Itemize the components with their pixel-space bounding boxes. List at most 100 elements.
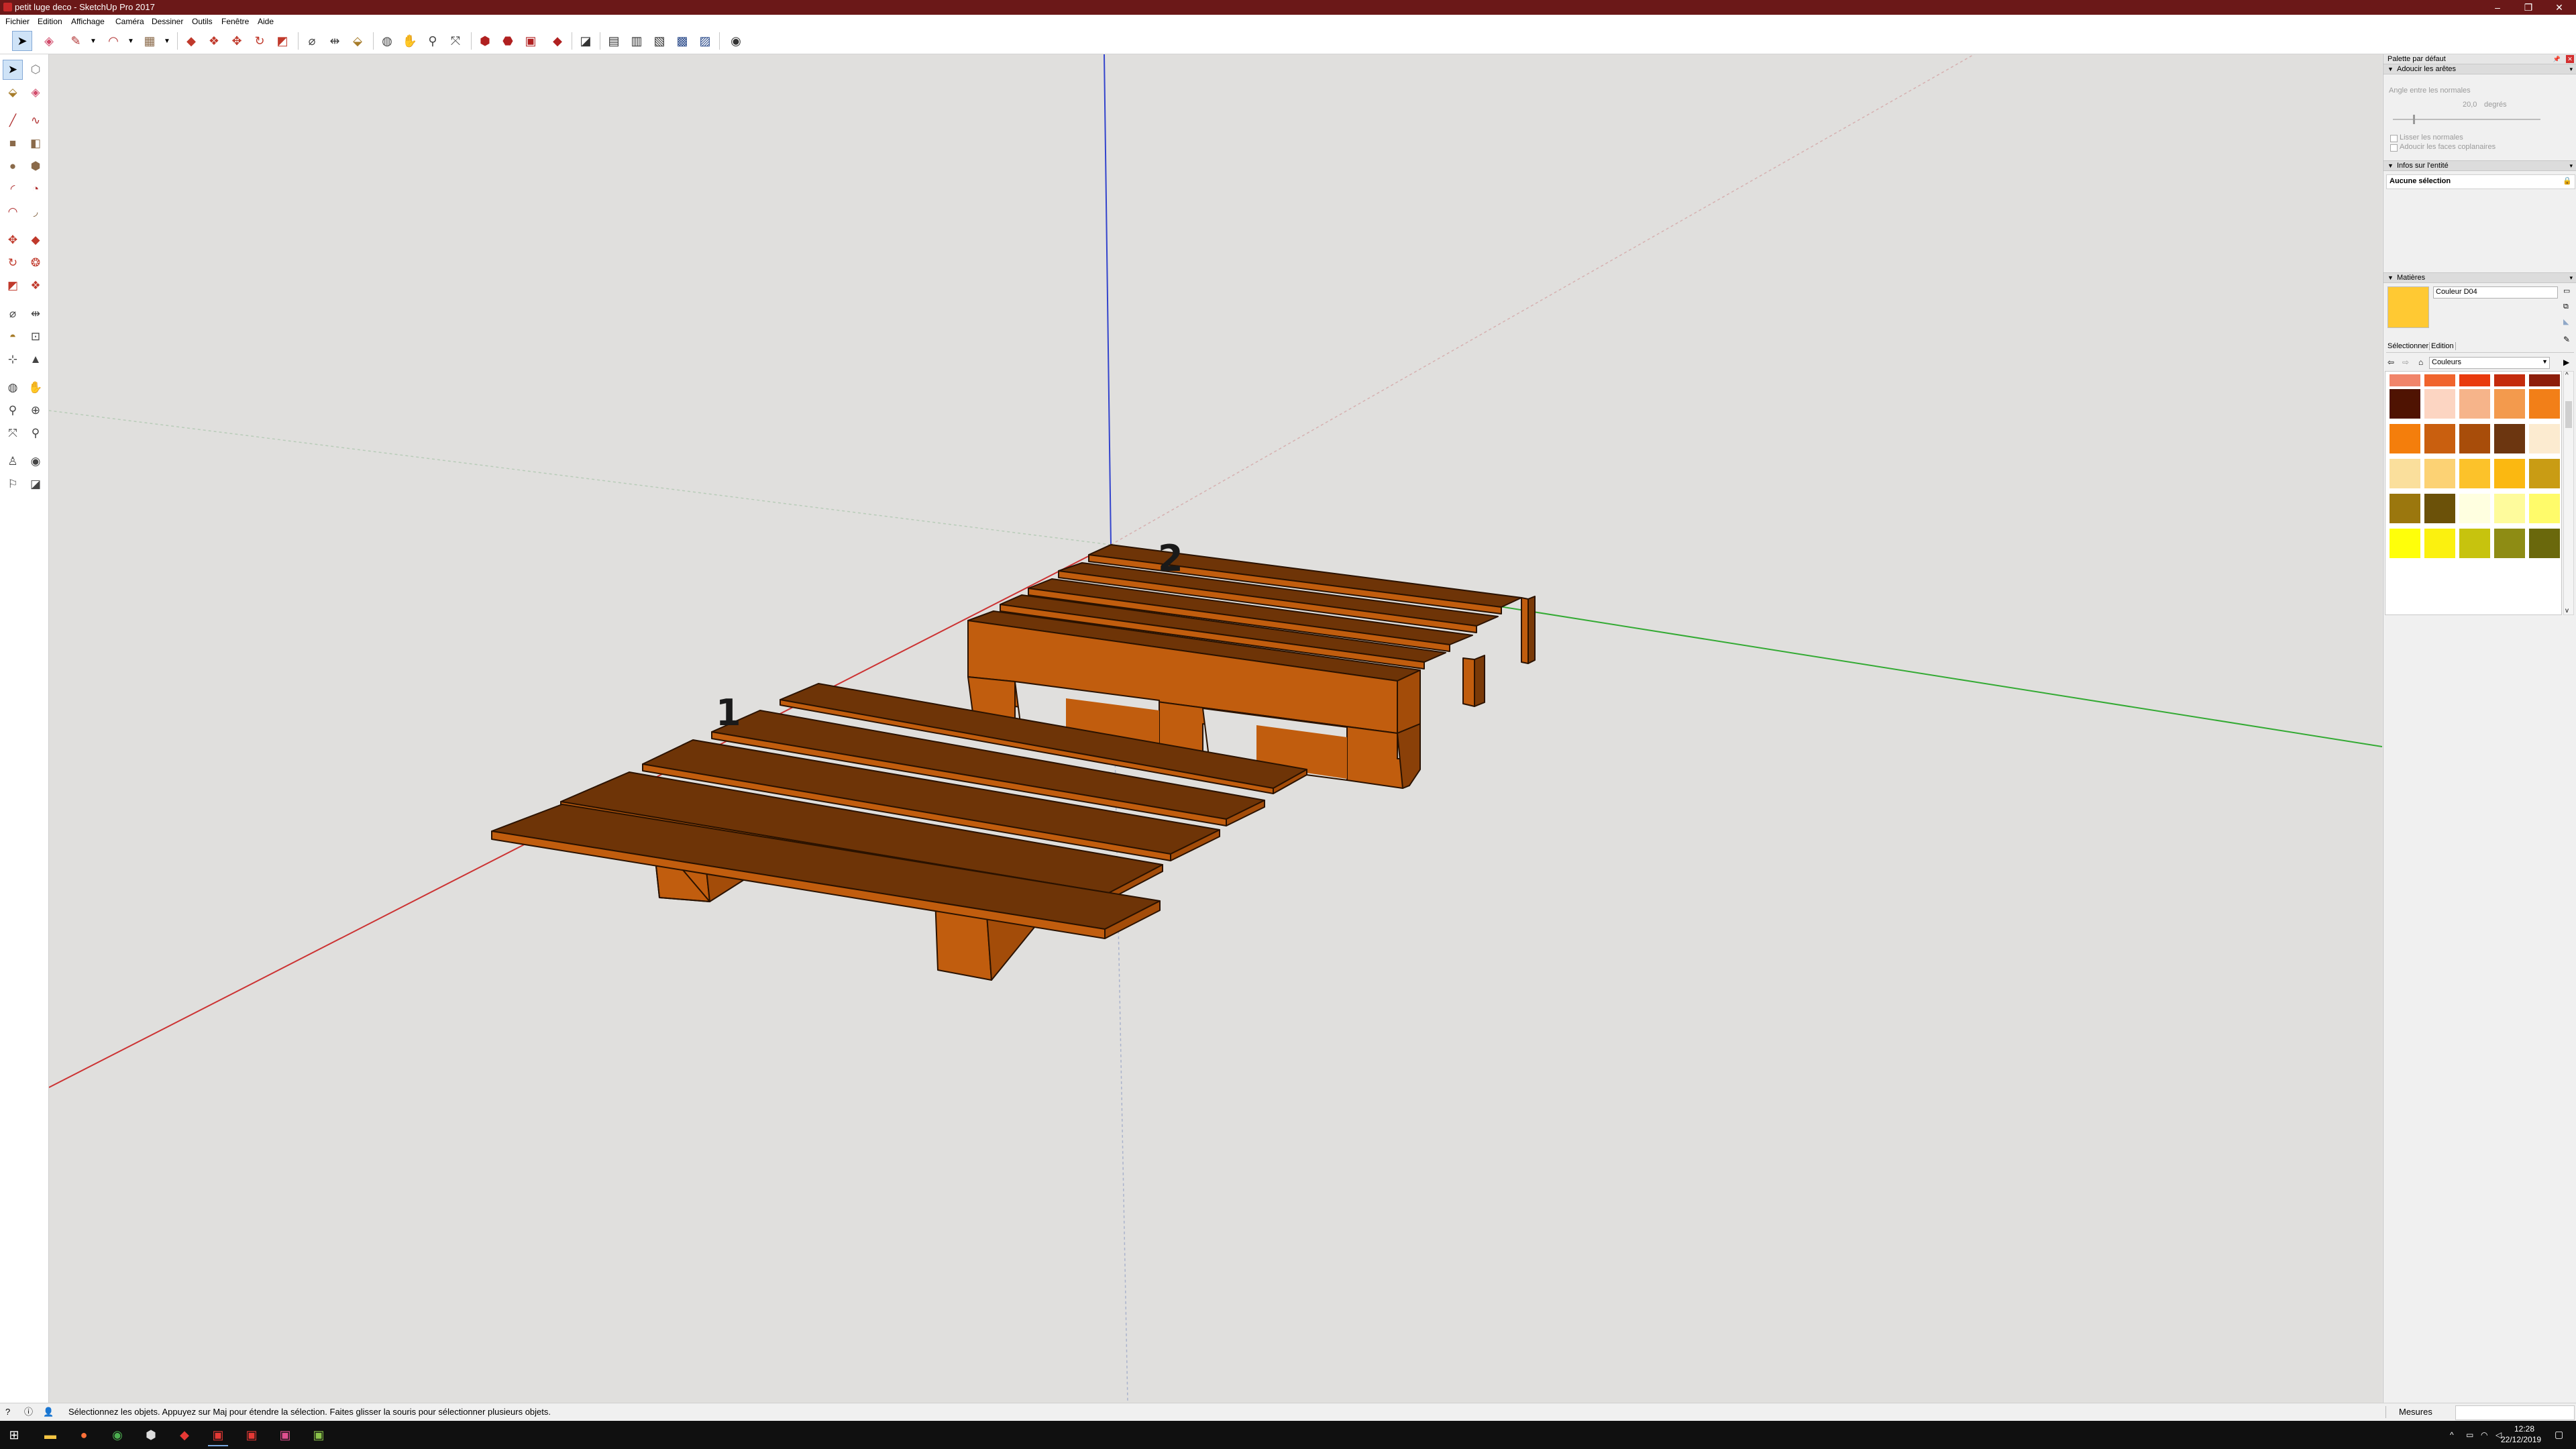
tab-select[interactable]: Sélectionner	[2387, 342, 2428, 350]
extension-warehouse-icon[interactable]: ⬣	[498, 31, 518, 51]
material-swatch[interactable]	[2459, 494, 2490, 523]
walk-icon[interactable]: ⚐	[3, 474, 23, 494]
select-icon[interactable]: ➤	[3, 60, 23, 80]
section-display-icon[interactable]: ▤	[604, 31, 624, 51]
two-point-arc-icon[interactable]: ◠	[3, 202, 23, 222]
pin-icon[interactable]: 📌	[2553, 54, 2561, 64]
material-name-field[interactable]: Couleur D04	[2433, 286, 2558, 299]
arc-icon[interactable]: ◜	[3, 179, 23, 199]
material-swatch[interactable]	[2494, 459, 2525, 488]
back-arrow-icon[interactable]: ⇦	[2387, 358, 2394, 367]
clock-time[interactable]: 12:28	[2514, 1424, 2534, 1434]
polygon-icon[interactable]: ⬢	[25, 156, 46, 176]
line-icon[interactable]: ╱	[3, 111, 23, 131]
material-swatch[interactable]	[2494, 424, 2525, 453]
material-swatch[interactable]	[2390, 424, 2420, 453]
eyedropper-icon[interactable]: ✎	[2563, 335, 2570, 344]
menu-aide[interactable]: Aide	[256, 15, 275, 28]
material-swatch[interactable]	[2424, 374, 2455, 386]
protractor-icon[interactable]: ◓	[3, 327, 23, 347]
tab-edit[interactable]: Edition	[2429, 342, 2456, 350]
zoom-window-icon[interactable]: ⊕	[25, 400, 46, 421]
material-swatch[interactable]	[2424, 459, 2455, 488]
forward-arrow-icon[interactable]: ⇨	[2402, 358, 2409, 367]
material-swatch[interactable]	[2390, 459, 2420, 488]
material-swatch[interactable]	[2529, 459, 2560, 488]
soften-coplanar-checkbox[interactable]	[2390, 144, 2398, 152]
user-icon[interactable]: 👤	[43, 1403, 54, 1421]
follow-me-icon[interactable]: ❂	[25, 253, 46, 273]
tray-chevron-icon[interactable]: ^	[2450, 1430, 2454, 1440]
panel-menu-icon[interactable]: ▾	[2569, 64, 2573, 74]
menu-fichier[interactable]: Fichier	[4, 15, 31, 28]
rotate-icon[interactable]: ↻	[250, 31, 270, 51]
push-pull-icon[interactable]: ◆	[181, 31, 201, 51]
offset-icon[interactable]: ❖	[204, 31, 224, 51]
home-icon[interactable]: ⌂	[2418, 358, 2423, 367]
material-swatch[interactable]	[2390, 494, 2420, 523]
material-swatch[interactable]	[2459, 529, 2490, 558]
swatches-scrollbar[interactable]: ^ v	[2563, 371, 2574, 615]
chrome-icon[interactable]: ◉	[107, 1425, 127, 1445]
scroll-up-icon[interactable]: ^	[2565, 372, 2569, 379]
menu-edition[interactable]: Edition	[36, 15, 64, 28]
orbit-icon[interactable]: ◍	[377, 31, 397, 51]
material-swatch[interactable]	[2529, 389, 2560, 419]
model-viewport[interactable]: 1 2	[49, 54, 2382, 1403]
material-swatch[interactable]	[2390, 389, 2420, 419]
rotated-rectangle-icon[interactable]: ◧	[25, 133, 46, 154]
material-swatch[interactable]	[2494, 389, 2525, 419]
section-plane-icon[interactable]: ◪	[25, 474, 46, 494]
zoom-extents-icon[interactable]: ⤧	[445, 31, 466, 51]
pan-icon[interactable]: ✋	[25, 378, 46, 398]
create-material-icon[interactable]: ⧉	[2563, 303, 2569, 311]
zoom-extents-icon[interactable]: ⤧	[3, 423, 23, 443]
material-swatch[interactable]	[2459, 459, 2490, 488]
sketchup-2-icon[interactable]: ▣	[208, 1425, 228, 1446]
section-fill-icon[interactable]: ▧	[649, 31, 669, 51]
circle-icon[interactable]: ●	[3, 156, 23, 176]
ruby-icon[interactable]: ◆	[547, 31, 568, 51]
material-swatch[interactable]	[2529, 424, 2560, 453]
wifi-icon[interactable]: ◠	[2481, 1430, 2487, 1440]
paint-bucket-icon[interactable]: ⬙	[347, 31, 368, 51]
orbit-icon[interactable]: ◍	[3, 378, 23, 398]
scale-icon[interactable]: ◩	[272, 31, 292, 51]
lock-icon[interactable]: 🔒	[2563, 176, 2572, 185]
dimension-icon[interactable]: ⇹	[25, 304, 46, 324]
dropdown-arrow-icon[interactable]: ▼	[121, 31, 141, 51]
push-pull-icon[interactable]: ◆	[25, 230, 46, 250]
material-swatch[interactable]	[2529, 494, 2560, 523]
tape-measure-icon[interactable]: ⌀	[302, 31, 322, 51]
menu-fenetre[interactable]: Fenêtre	[220, 15, 250, 28]
eraser-icon[interactable]: ◈	[25, 83, 46, 103]
scroll-down-icon[interactable]: v	[2565, 607, 2569, 614]
material-swatch[interactable]	[2529, 374, 2560, 386]
material-swatch[interactable]	[2494, 494, 2525, 523]
panel-menu-icon[interactable]: ▾	[2569, 273, 2573, 282]
zoom-icon[interactable]: ⚲	[3, 400, 23, 421]
default-material-icon[interactable]: ◣	[2563, 317, 2569, 326]
three-point-arc-icon[interactable]: ◞	[25, 202, 46, 222]
add-location-icon[interactable]: ◉	[726, 31, 746, 51]
paint-bucket-icon[interactable]: ⬙	[3, 83, 23, 103]
clock-date[interactable]: 22/12/2019	[2501, 1435, 2541, 1444]
firefox-icon[interactable]: ●	[74, 1425, 94, 1445]
warehouse-icon[interactable]: ⬢	[475, 31, 495, 51]
make-component-icon[interactable]: ⬡	[25, 60, 46, 80]
text-icon[interactable]: ⊡	[25, 327, 46, 347]
pan-icon[interactable]: ✋	[400, 31, 420, 51]
material-swatch[interactable]	[2459, 424, 2490, 453]
entity-info-header[interactable]: ▼ Infos sur l'entité ▾	[2383, 160, 2576, 171]
dropdown-arrow-icon[interactable]: ▼	[157, 31, 177, 51]
move-icon[interactable]: ✥	[3, 230, 23, 250]
material-swatch[interactable]	[2424, 529, 2455, 558]
look-around-icon[interactable]: ◉	[25, 451, 46, 472]
viewport-canvas[interactable]: 1 2	[49, 54, 2382, 1403]
layout-icon[interactable]: ▣	[521, 31, 541, 51]
material-swatch[interactable]	[2424, 424, 2455, 453]
info-icon[interactable]: ⓘ	[24, 1403, 33, 1421]
sketchup-icon[interactable]: ◆	[174, 1425, 195, 1445]
current-material-preview[interactable]	[2387, 286, 2429, 328]
material-swatch[interactable]	[2529, 529, 2560, 558]
